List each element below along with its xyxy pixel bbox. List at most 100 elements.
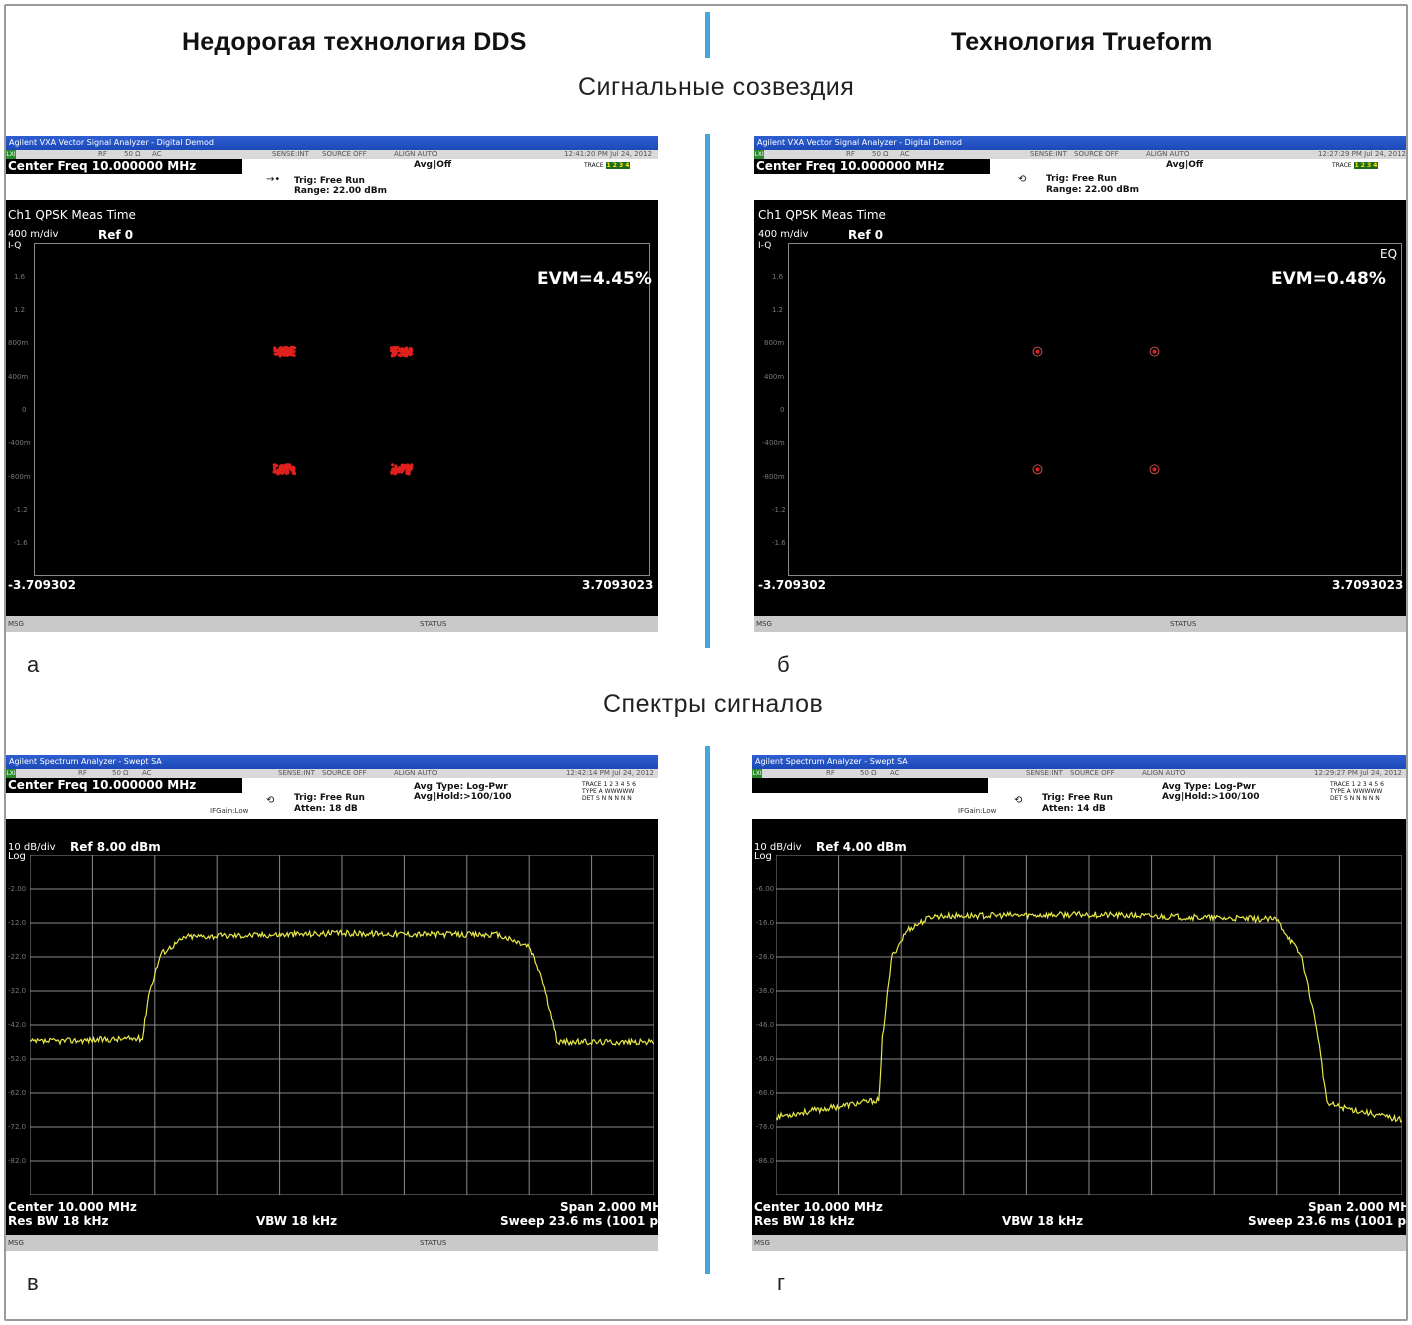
resolution-bandwidth: Res BW 18 kHz <box>754 1214 855 1228</box>
trigger-mode: Trig: Free Run <box>294 793 365 803</box>
center-divider-top <box>705 12 710 58</box>
trigger-icon: →• <box>266 174 281 185</box>
sense-indicator: SENSE:INT <box>1026 769 1063 777</box>
timestamp: 12:27:29 PM Jul 24, 2012 <box>1318 150 1406 158</box>
symbol-sample <box>289 353 294 357</box>
trigger-mode: Trig: Free Run <box>294 176 365 186</box>
symbol-sample <box>391 467 395 471</box>
center-freq-field[interactable]: Center Freq 10.000000 MHz <box>6 159 242 174</box>
if-gain: IFGain:Low <box>958 807 997 815</box>
y-tick: -16.0 <box>756 919 775 927</box>
trace-row: TRACE 1 2 3 4 5 6 <box>1330 781 1384 788</box>
spectrum-chart <box>775 854 1403 1196</box>
sense-indicator: SENSE:INT <box>278 769 315 777</box>
symbol-sample <box>280 463 284 468</box>
symbol-sample <box>393 472 397 476</box>
instrument-header: LXI RF 50 Ω AC SENSE:INT SOURCE OFF ALIG… <box>6 150 658 200</box>
evm-readout: EVM=0.48% <box>1271 269 1386 289</box>
reference-level: Ref 0 <box>98 228 134 242</box>
y-tick: 800m <box>8 339 29 347</box>
video-bandwidth: VBW 18 kHz <box>1002 1214 1084 1228</box>
y-tick: -22.0 <box>8 953 27 961</box>
sense-indicator: SENSE:INT <box>272 150 309 158</box>
symbol-sample <box>400 470 404 474</box>
center-divider-middle <box>705 134 710 648</box>
constellation-plot <box>34 243 650 576</box>
symbol-sample <box>281 348 285 352</box>
resolution-bandwidth: Res BW 18 kHz <box>8 1214 109 1228</box>
rf-indicator: RF <box>846 150 855 158</box>
scale-type: Log <box>754 851 772 862</box>
trigger-icon: ⟲ <box>266 795 275 806</box>
status-label: STATUS <box>420 620 447 628</box>
align-indicator: ALIGN AUTO <box>394 769 438 777</box>
window-title-bar: Agilent VXA Vector Signal Analyzer - Dig… <box>754 136 1406 150</box>
symbol-sample <box>394 464 398 468</box>
y-tick: -42.0 <box>8 1021 27 1029</box>
sweep-time: Sweep 23.6 ms (1001 pts) <box>500 1214 658 1228</box>
symbol-sample <box>1152 467 1157 472</box>
symbol-sample <box>400 463 404 467</box>
trace-label: TRACE <box>1332 162 1352 169</box>
impedance-indicator: 50 Ω <box>112 769 129 777</box>
constellation-point <box>1149 346 1160 357</box>
center-freq-field[interactable] <box>752 778 988 793</box>
center-divider-bottom <box>705 746 710 1274</box>
window-title-bar: Agilent VXA Vector Signal Analyzer - Dig… <box>6 136 658 150</box>
panel-letter-d: г <box>777 1270 786 1295</box>
constellations-section-title: Сигнальные созвездия <box>578 73 855 101</box>
window-title-bar: Agilent Spectrum Analyzer - Swept SA <box>752 755 1406 769</box>
constellation-chart <box>1032 346 1160 475</box>
instrument-header: LXI RF 50 Ω AC SENSE:INT SOURCE OFF ALIG… <box>752 769 1406 819</box>
type-row: TYPE A WWWWW <box>1330 788 1383 795</box>
sweep-time: Sweep 23.6 ms (1001 pts) <box>1248 1214 1406 1228</box>
type-row: TYPE A WWWWW <box>582 788 635 795</box>
symbol-sample <box>292 468 296 472</box>
y-tick: -56.0 <box>756 1055 775 1063</box>
avg-type: Avg Type: Log-Pwr <box>1162 782 1256 792</box>
trace-indicator: TRACE 1 2 3 4 5 6 TYPE A WWWWW DET S N N… <box>582 781 636 802</box>
timestamp: 12:29:27 PM Jul 24, 2012 <box>1314 769 1402 777</box>
y-tick: -52.0 <box>8 1055 27 1063</box>
iq-axis-label: I-Q <box>8 241 22 251</box>
y-tick: -32.0 <box>8 987 27 995</box>
constellation-point <box>390 463 414 476</box>
msg-label: MSG <box>754 1239 770 1247</box>
det-row: DET S N N N N N <box>1330 795 1380 802</box>
symbol-sample <box>396 346 400 350</box>
scale-type: Log <box>8 851 26 862</box>
measurement-title: Ch1 QPSK Meas Time <box>758 208 886 222</box>
symbol-sample <box>406 471 410 475</box>
msg-label: MSG <box>8 620 24 628</box>
y-tick: -400m <box>8 439 31 447</box>
timestamp: 12:42:14 PM Jul 24, 2012 <box>566 769 654 777</box>
rf-indicator: RF <box>98 150 107 158</box>
rf-indicator: RF <box>826 769 835 777</box>
symbol-sample <box>390 347 394 351</box>
avg-status: Avg|Off <box>414 160 452 170</box>
center-freq-field[interactable]: Center Freq 10.000000 MHz <box>6 778 242 793</box>
trigger-mode: Trig: Free Run <box>1042 793 1113 803</box>
y-tick: -1.2 <box>14 506 28 514</box>
rf-indicator: RF <box>78 769 87 777</box>
x-axis-min: -3.709302 <box>8 578 76 592</box>
status-strip: LXI RF 50 Ω AC SENSE:INT SOURCE OFF ALIG… <box>752 769 1406 778</box>
spectrum-plot <box>775 854 1403 1196</box>
lxi-indicator: LXI <box>752 769 762 778</box>
avg-hold: Avg|Hold:>100/100 <box>414 792 512 802</box>
source-indicator: SOURCE OFF <box>322 150 367 158</box>
center-freq-field[interactable]: Center Freq 10.000000 MHz <box>754 159 990 174</box>
coupling-indicator: AC <box>900 150 910 158</box>
timestamp: 12:41:20 PM Jul 24, 2012 <box>564 150 652 158</box>
source-indicator: SOURCE OFF <box>322 769 367 777</box>
impedance-indicator: 50 Ω <box>124 150 141 158</box>
symbol-sample <box>273 352 277 356</box>
if-gain: IFGain:Low <box>210 807 249 815</box>
trace-label: TRACE <box>584 162 604 169</box>
y-tick: -6.00 <box>756 885 775 893</box>
message-bar: MSG STATUS <box>754 616 1406 632</box>
reference-level: Ref 8.00 dBm <box>70 840 161 854</box>
attenuation: Atten: 18 dB <box>294 804 358 814</box>
symbol-sample <box>291 471 295 475</box>
symbol-sample <box>390 354 394 358</box>
